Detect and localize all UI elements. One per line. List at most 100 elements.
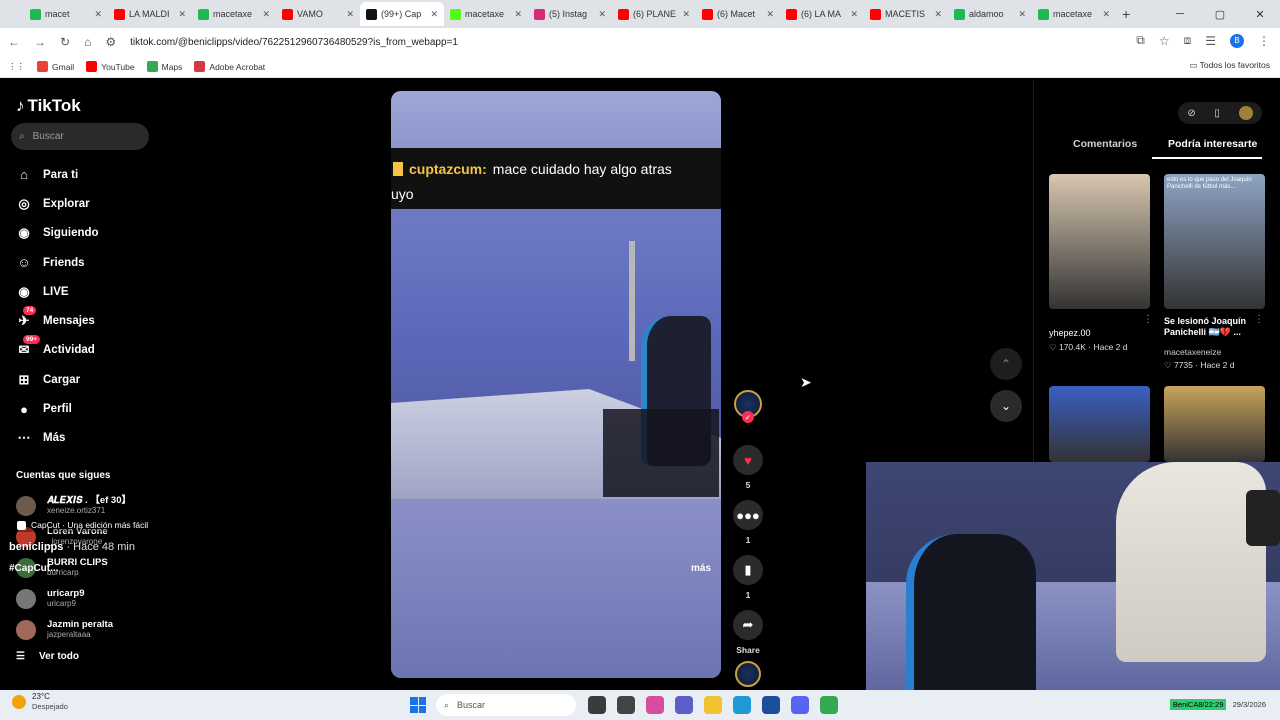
close-tab-icon[interactable]: ✕	[1102, 9, 1110, 20]
close-tab-icon[interactable]: ✕	[850, 9, 858, 20]
bookmark-maps[interactable]: Maps	[146, 61, 182, 72]
sidebar-item-más[interactable]: ⋯ Más	[16, 424, 186, 453]
browser-tab[interactable]: (6) Macet ✕	[696, 2, 780, 26]
sidebar-item-actividad[interactable]: ✉ 99+ Actividad	[16, 335, 186, 365]
save-button[interactable]: ▮	[733, 555, 763, 585]
url-field[interactable]: tiktok.com/@beniclipps/video/76225129607…	[130, 37, 458, 48]
close-tab-icon[interactable]: ✕	[178, 9, 186, 20]
discord-icon[interactable]	[791, 696, 809, 714]
see-all-link[interactable]: ☰ Ver todo	[16, 651, 79, 662]
all-bookmarks[interactable]: ▭ Todos los favoritos	[1189, 60, 1270, 71]
maximize-icon[interactable]: ▢	[1200, 0, 1240, 28]
close-tab-icon[interactable]: ✕	[262, 9, 270, 20]
tiktok-logo[interactable]: ♪ TikTok	[16, 96, 81, 116]
close-tab-icon[interactable]: ✕	[430, 9, 438, 20]
browser-tab[interactable]: macetaxe ✕	[1032, 2, 1116, 26]
store-icon[interactable]	[762, 696, 780, 714]
previous-video-button[interactable]: ⌃	[990, 348, 1022, 380]
close-tab-icon[interactable]: ✕	[598, 9, 606, 20]
browser-tab[interactable]: macet ✕	[24, 2, 108, 26]
taskview-icon[interactable]	[588, 696, 606, 714]
capcut-tag[interactable]: CapCut · Una edición más fácil	[12, 518, 154, 532]
browser-tab[interactable]: (6) PLANE ✕	[612, 2, 696, 26]
close-tab-icon[interactable]: ✕	[94, 9, 102, 20]
menu-kebab-icon[interactable]: ⋮	[1258, 34, 1270, 48]
sidebar-item-friends[interactable]: ☺ Friends	[16, 248, 186, 277]
browser-tab[interactable]: macetaxe ✕	[444, 2, 528, 26]
new-tab-button[interactable]: +	[1122, 6, 1130, 22]
copilot-icon[interactable]	[646, 696, 664, 714]
comment-button[interactable]: ●●●	[733, 500, 763, 530]
video-player[interactable]: cuptazcum: mace cuidado hay algo atras u…	[391, 91, 721, 678]
bookmark-acrobat[interactable]: Adobe Acrobat	[194, 61, 265, 72]
apps-grid-icon[interactable]: ⋮⋮	[8, 61, 25, 72]
more-link[interactable]: más	[691, 563, 711, 574]
start-button[interactable]	[410, 697, 426, 713]
minimize-icon[interactable]: ─	[1160, 0, 1200, 28]
following-account[interactable]: Jazmin peralta jazperaltaaa	[16, 614, 131, 645]
bookmark-star-icon[interactable]: ☆	[1159, 34, 1170, 48]
video-author[interactable]: beniclipps · Hace 48 min	[9, 541, 135, 553]
reading-list-icon[interactable]: ☰	[1205, 34, 1216, 48]
user-avatar-icon[interactable]	[1238, 106, 1253, 120]
sidebar-item-cargar[interactable]: ⊞ Cargar	[16, 365, 186, 394]
next-video-button[interactable]: ⌄	[990, 390, 1022, 422]
suggested-video-thumb[interactable]	[1164, 386, 1265, 462]
calculator-icon[interactable]	[617, 696, 635, 714]
weather-widget[interactable]: 23°C Despejado	[12, 692, 68, 711]
suggested-video-thumb[interactable]: esto es lo que paso del Joaquín Panichel…	[1164, 174, 1265, 309]
tab-interesting[interactable]: Podría interesarte	[1168, 138, 1257, 150]
sidebar-item-live[interactable]: ◉ LIVE	[16, 277, 186, 306]
folder-icon[interactable]	[704, 696, 722, 714]
install-icon[interactable]: ⧉	[1136, 33, 1145, 48]
sidebar-item-para-ti[interactable]: ⌂ Para ti	[16, 160, 186, 189]
bookmark-gmail[interactable]: Gmail	[37, 61, 74, 72]
close-tab-icon[interactable]: ✕	[682, 9, 690, 20]
sidebar-item-explorar[interactable]: ◎ Explorar	[16, 189, 186, 218]
chrome-icon[interactable]	[820, 696, 838, 714]
tab-comments[interactable]: Comentarios	[1073, 138, 1137, 150]
suggested-author[interactable]: yhepez.00	[1049, 328, 1091, 339]
browser-tab[interactable]: aldamoo ✕	[948, 2, 1032, 26]
close-tab-icon[interactable]: ✕	[934, 9, 942, 20]
browser-tab[interactable]: macetaxe ✕	[192, 2, 276, 26]
close-window-icon[interactable]: ✕	[1240, 0, 1280, 28]
sound-disc[interactable]	[735, 661, 761, 687]
suggested-author[interactable]: macetaxeneize	[1164, 347, 1221, 358]
like-button[interactable]: ♥	[733, 445, 763, 475]
site-info-icon[interactable]: ⚙	[105, 35, 116, 49]
item-menu-icon[interactable]: ⋮	[1143, 314, 1153, 325]
profile-avatar[interactable]: B	[1230, 33, 1244, 48]
browser-tab[interactable]: (5) Instag ✕	[528, 2, 612, 26]
forward-icon[interactable]: →	[34, 35, 46, 49]
suggested-title[interactable]: Se lesionó Joaquín Panichelli 🇦🇷💔 ...	[1164, 316, 1254, 338]
suggested-video-thumb[interactable]	[1049, 386, 1150, 462]
close-tab-icon[interactable]: ✕	[346, 9, 354, 20]
close-tab-icon[interactable]: ✕	[766, 9, 774, 20]
browser-tab[interactable]: LA MALDI ✕	[108, 2, 192, 26]
close-tab-icon[interactable]: ✕	[1018, 9, 1026, 20]
following-account[interactable]: uricarp9 uricarp9	[16, 583, 131, 614]
follow-check-icon[interactable]: ✓	[742, 411, 754, 423]
phone-icon[interactable]: ▯	[1214, 108, 1220, 119]
extensions-icon[interactable]: ⧈	[1184, 33, 1192, 48]
sidebar-item-siguiendo[interactable]: ◉ Siguiendo	[16, 219, 186, 248]
following-account[interactable]: 𝑨𝑳𝑬𝑿𝑰𝑺 . 【ef 30】 xeneize.ortiz371	[16, 490, 131, 521]
edge-icon[interactable]	[733, 696, 751, 714]
link-icon[interactable]: ⊘	[1187, 108, 1195, 119]
share-button[interactable]: ➦	[733, 610, 763, 640]
taskbar-search[interactable]: ⌕ Buscar	[436, 694, 576, 716]
item-menu-icon[interactable]: ⋮	[1254, 314, 1264, 325]
browser-tab[interactable]: VAMO ✕	[276, 2, 360, 26]
suggested-video-thumb[interactable]	[1049, 174, 1150, 309]
back-icon[interactable]: ←	[8, 35, 20, 49]
teams-icon[interactable]	[675, 696, 693, 714]
browser-tab[interactable]: (99+) Cap ✕	[360, 2, 444, 26]
browser-tab[interactable]: MACETIS ✕	[864, 2, 948, 26]
sidebar-item-mensajes[interactable]: ✈ 74 Mensajes	[16, 306, 186, 335]
sidebar-item-perfil[interactable]: ● Perfil	[16, 394, 186, 423]
close-tab-icon[interactable]: ✕	[514, 9, 522, 20]
bookmark-youtube[interactable]: YouTube	[86, 61, 135, 72]
reload-icon[interactable]: ↻	[60, 35, 70, 49]
search-input[interactable]: ⌕ Buscar	[11, 123, 149, 150]
